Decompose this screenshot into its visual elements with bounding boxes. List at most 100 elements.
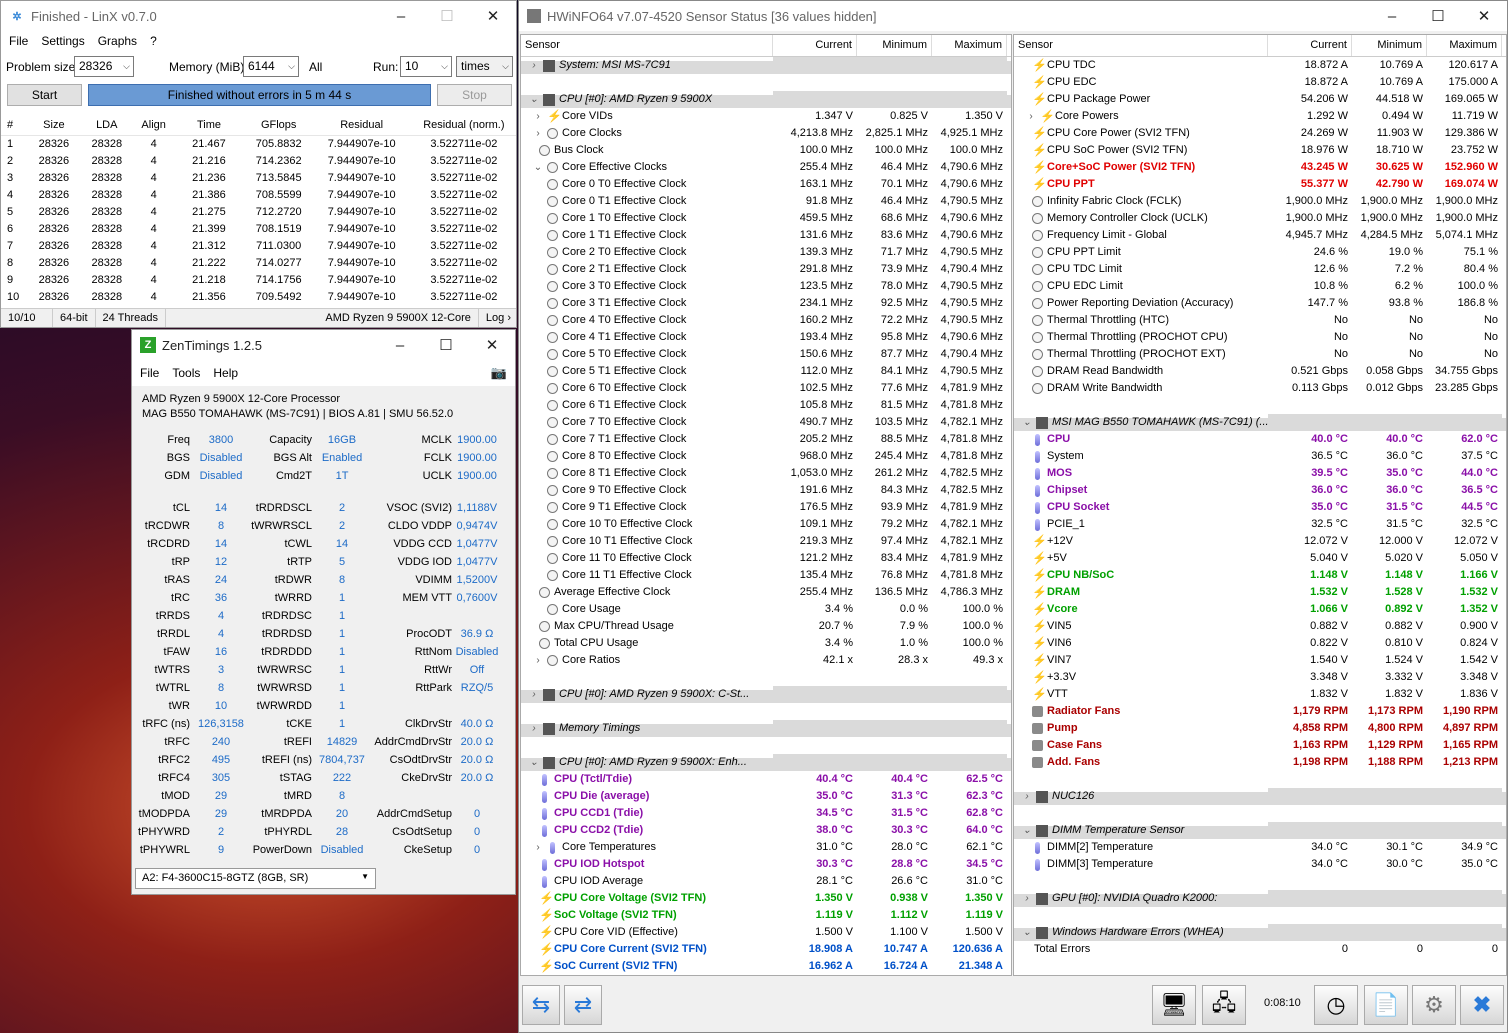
sensor-row[interactable]: ⚡ VIN5 0.882 V 0.882 V 0.900 V	[1014, 618, 1506, 635]
sensor-group[interactable]: › NUC126	[1014, 788, 1506, 805]
chevron-right-icon[interactable]: ›	[527, 686, 541, 703]
sensor-row[interactable]: CPU Die (average) 35.0 °C 31.3 °C 62.3 °C	[521, 788, 1011, 805]
sensor-row[interactable]: Core 3 T1 Effective Clock 234.1 MHz 92.5 M…	[521, 295, 1011, 312]
sensor-row[interactable]: › Core Temperatures 31.0 °C 28.0 °C 62.1 °C	[521, 839, 1011, 856]
dimm-select[interactable]: A2: F4-3600C15-8GTZ (8GB, SR) ▼	[135, 868, 376, 889]
camera-icon[interactable]: 📷	[491, 365, 507, 381]
sensor-row[interactable]: ⚡ CPU Core Power (SVI2 TFN) 24.269 W 11.903…	[1014, 125, 1506, 142]
sensor-row[interactable]: CPU PPT Limit 24.6 % 19.0 % 75.1 %	[1014, 244, 1506, 261]
sensor-row[interactable]: DIMM[3] Temperature 34.0 °C 30.0 °C 35.0 °C	[1014, 856, 1506, 873]
sensor-row[interactable]: Frequency Limit - Global 4,945.7 MHz 4,284…	[1014, 227, 1506, 244]
sensor-row[interactable]: Total Errors 0 0 0	[1014, 941, 1506, 958]
col-header[interactable]: Maximum	[1427, 35, 1502, 56]
sensor-row[interactable]: Core 11 T0 Effective Clock 121.2 MHz 83.4 …	[521, 550, 1011, 567]
sensor-row[interactable]: CPU 40.0 °C 40.0 °C 62.0 °C	[1014, 431, 1506, 448]
sensor-row[interactable]: Thermal Throttling (PROCHOT EXT) No No No	[1014, 346, 1506, 363]
sensor-row[interactable]: DRAM Write Bandwidth 0.113 Gbps 0.012 Gbps…	[1014, 380, 1506, 397]
arrows-collapse-icon[interactable]: ⇄	[564, 985, 602, 1025]
minimize-button[interactable]: –	[377, 330, 423, 360]
sensor-row[interactable]: Thermal Throttling (HTC) No No No	[1014, 312, 1506, 329]
times-select[interactable]: times ⌵	[456, 56, 513, 77]
sensor-row[interactable]: ⚡ CPU PPT 55.377 W 42.790 W 169.074 W	[1014, 176, 1506, 193]
col-header[interactable]: LDA	[80, 116, 134, 136]
chevron-down-icon[interactable]: ⌄	[1020, 822, 1034, 839]
stop-button[interactable]: Stop	[437, 84, 512, 106]
network-icon[interactable]: 🖧	[1202, 985, 1246, 1025]
sensor-row[interactable]: ⚡ CPU Core VID (Effective) 1.500 V 1.100 V 1…	[521, 924, 1011, 941]
chevron-right-icon[interactable]: ›	[531, 839, 545, 856]
sensor-row[interactable]: ⚡ VIN7 1.540 V 1.524 V 1.542 V	[1014, 652, 1506, 669]
chevron-down-icon[interactable]: ⌄	[527, 754, 541, 771]
problem-size-select[interactable]: 28326 ⌵	[74, 56, 134, 77]
sensor-row[interactable]: Case Fans 1,163 RPM 1,129 RPM 1,165 RPM	[1014, 737, 1506, 754]
sensor-row[interactable]: CPU TDC Limit 12.6 % 7.2 % 80.4 %	[1014, 261, 1506, 278]
maximize-button[interactable]: ☐	[423, 330, 469, 360]
sensor-row[interactable]: CPU (Tctl/Tdie) 40.4 °C 40.4 °C 62.5 °C	[521, 771, 1011, 788]
sensor-row[interactable]: CPU CCD2 (Tdie) 38.0 °C 30.3 °C 64.0 °C	[521, 822, 1011, 839]
menu-help[interactable]: ?	[150, 34, 157, 48]
chevron-right-icon[interactable]: ›	[1020, 788, 1034, 805]
col-header[interactable]: Sensor	[1014, 35, 1268, 56]
sensor-row[interactable]: Core 2 T0 Effective Clock 139.3 MHz 71.7 M…	[521, 244, 1011, 261]
sensor-group[interactable]: ⌄ CPU [#0]: AMD Ryzen 9 5900X	[521, 91, 1011, 108]
sensor-row[interactable]: Core 4 T1 Effective Clock 193.4 MHz 95.8 M…	[521, 329, 1011, 346]
sensor-row[interactable]: › Core Ratios 42.1 x 28.3 x 49.3 x	[521, 652, 1011, 669]
monitor-icon[interactable]: 🖥	[1152, 985, 1196, 1025]
sensor-row[interactable]: Bus Clock 100.0 MHz 100.0 MHz 100.0 MHz	[521, 142, 1011, 159]
sensor-row[interactable]: Add. Fans 1,198 RPM 1,188 RPM 1,213 RPM	[1014, 754, 1506, 771]
log-button[interactable]: Log ›	[479, 309, 516, 327]
sensor-row[interactable]: Core 1 T1 Effective Clock 131.6 MHz 83.6 M…	[521, 227, 1011, 244]
sensor-row[interactable]: Pump 4,858 RPM 4,800 RPM 4,897 RPM	[1014, 720, 1506, 737]
sensor-row[interactable]: Core 8 T1 Effective Clock 1,053.0 MHz 261.…	[521, 465, 1011, 482]
sensor-row[interactable]: CPU IOD Average 28.1 °C 26.6 °C 31.0 °C	[521, 873, 1011, 890]
sensor-row[interactable]: CPU IOD Hotspot 30.3 °C 28.8 °C 34.5 °C	[521, 856, 1011, 873]
col-header[interactable]: Size	[27, 116, 81, 136]
sensor-row[interactable]: DIMM[2] Temperature 34.0 °C 30.1 °C 34.9 °C	[1014, 839, 1506, 856]
sensor-row[interactable]: Core 6 T0 Effective Clock 102.5 MHz 77.6 M…	[521, 380, 1011, 397]
chevron-right-icon[interactable]: ›	[531, 652, 545, 669]
sensor-group[interactable]: ⌄ Windows Hardware Errors (WHEA)	[1014, 924, 1506, 941]
sensor-row[interactable]: Core 0 T0 Effective Clock 163.1 MHz 70.1 M…	[521, 176, 1011, 193]
sensor-pane-left[interactable]: Sensor Current Minimum Maximum › System: MSI …	[520, 34, 1012, 976]
chevron-right-icon[interactable]: ›	[1020, 890, 1034, 907]
col-header[interactable]: Minimum	[857, 35, 932, 56]
menu-settings[interactable]: Settings	[41, 34, 84, 48]
sensor-group[interactable]: › GPU [#0]: NVIDIA Quadro K2000:	[1014, 890, 1506, 907]
sensor-row[interactable]: ⚡ Core+SoC Power (SVI2 TFN) 43.245 W 30.625…	[1014, 159, 1506, 176]
sensor-row[interactable]: › Core Clocks 4,213.8 MHz 2,825.1 MHz 4,925.…	[521, 125, 1011, 142]
col-header[interactable]: Time	[174, 116, 244, 136]
sensor-row[interactable]: ⚡ VIN6 0.822 V 0.810 V 0.824 V	[1014, 635, 1506, 652]
sensor-row[interactable]: Core 9 T0 Effective Clock 191.6 MHz 84.3 M…	[521, 482, 1011, 499]
sensor-row[interactable]: ⚡ Vcore 1.066 V 0.892 V 1.352 V	[1014, 601, 1506, 618]
sensor-row[interactable]: Core 3 T0 Effective Clock 123.5 MHz 78.0 M…	[521, 278, 1011, 295]
chevron-right-icon[interactable]: ›	[531, 125, 545, 142]
menu-tools[interactable]: Tools	[172, 366, 200, 380]
sensor-row[interactable]: ⚡ +5V 5.040 V 5.020 V 5.050 V	[1014, 550, 1506, 567]
chevron-down-icon[interactable]: ⌄	[531, 159, 545, 176]
sensor-row[interactable]: System 36.5 °C 36.0 °C 37.5 °C	[1014, 448, 1506, 465]
sensor-row[interactable]: ⚡ +3.3V 3.348 V 3.332 V 3.348 V	[1014, 669, 1506, 686]
close-button[interactable]: ✕	[470, 1, 516, 31]
col-header[interactable]: Maximum	[932, 35, 1007, 56]
sensor-group[interactable]: ⌄ CPU [#0]: AMD Ryzen 9 5900X: Enh...	[521, 754, 1011, 771]
menu-file[interactable]: File	[9, 34, 28, 48]
sensor-row[interactable]: Total CPU Usage 3.4 % 1.0 % 100.0 %	[521, 635, 1011, 652]
sensor-row[interactable]: Memory Controller Clock (UCLK) 1,900.0 MH…	[1014, 210, 1506, 227]
sensor-group[interactable]: › Memory Timings	[521, 720, 1011, 737]
minimize-button[interactable]: –	[1369, 1, 1415, 31]
sensor-row[interactable]: MOS 39.5 °C 35.0 °C 44.0 °C	[1014, 465, 1506, 482]
sensor-row[interactable]: Core 7 T0 Effective Clock 490.7 MHz 103.5 …	[521, 414, 1011, 431]
sensor-row[interactable]: CPU CCD1 (Tdie) 34.5 °C 31.5 °C 62.8 °C	[521, 805, 1011, 822]
chevron-right-icon[interactable]: ›	[1024, 108, 1038, 125]
sensor-row[interactable]: ⚡ CPU NB/SoC 1.148 V 1.148 V 1.166 V	[1014, 567, 1506, 584]
sensor-row[interactable]: Chipset 36.0 °C 36.0 °C 36.5 °C	[1014, 482, 1506, 499]
sensor-row[interactable]: Core 11 T1 Effective Clock 135.4 MHz 76.8 …	[521, 567, 1011, 584]
sensor-row[interactable]: › ⚡ Core Powers 1.292 W 0.494 W 11.719 W	[1014, 108, 1506, 125]
col-header[interactable]: #	[1, 116, 28, 136]
run-select[interactable]: 10 ⌵	[400, 56, 452, 77]
sensor-row[interactable]: Core 4 T0 Effective Clock 160.2 MHz 72.2 M…	[521, 312, 1011, 329]
close-button[interactable]: ✕	[469, 330, 515, 360]
sensor-row[interactable]: Thermal Throttling (PROCHOT CPU) No No No	[1014, 329, 1506, 346]
add-report-icon[interactable]: 📄	[1364, 985, 1408, 1025]
sensor-row[interactable]: CPU Socket 35.0 °C 31.5 °C 44.5 °C	[1014, 499, 1506, 516]
